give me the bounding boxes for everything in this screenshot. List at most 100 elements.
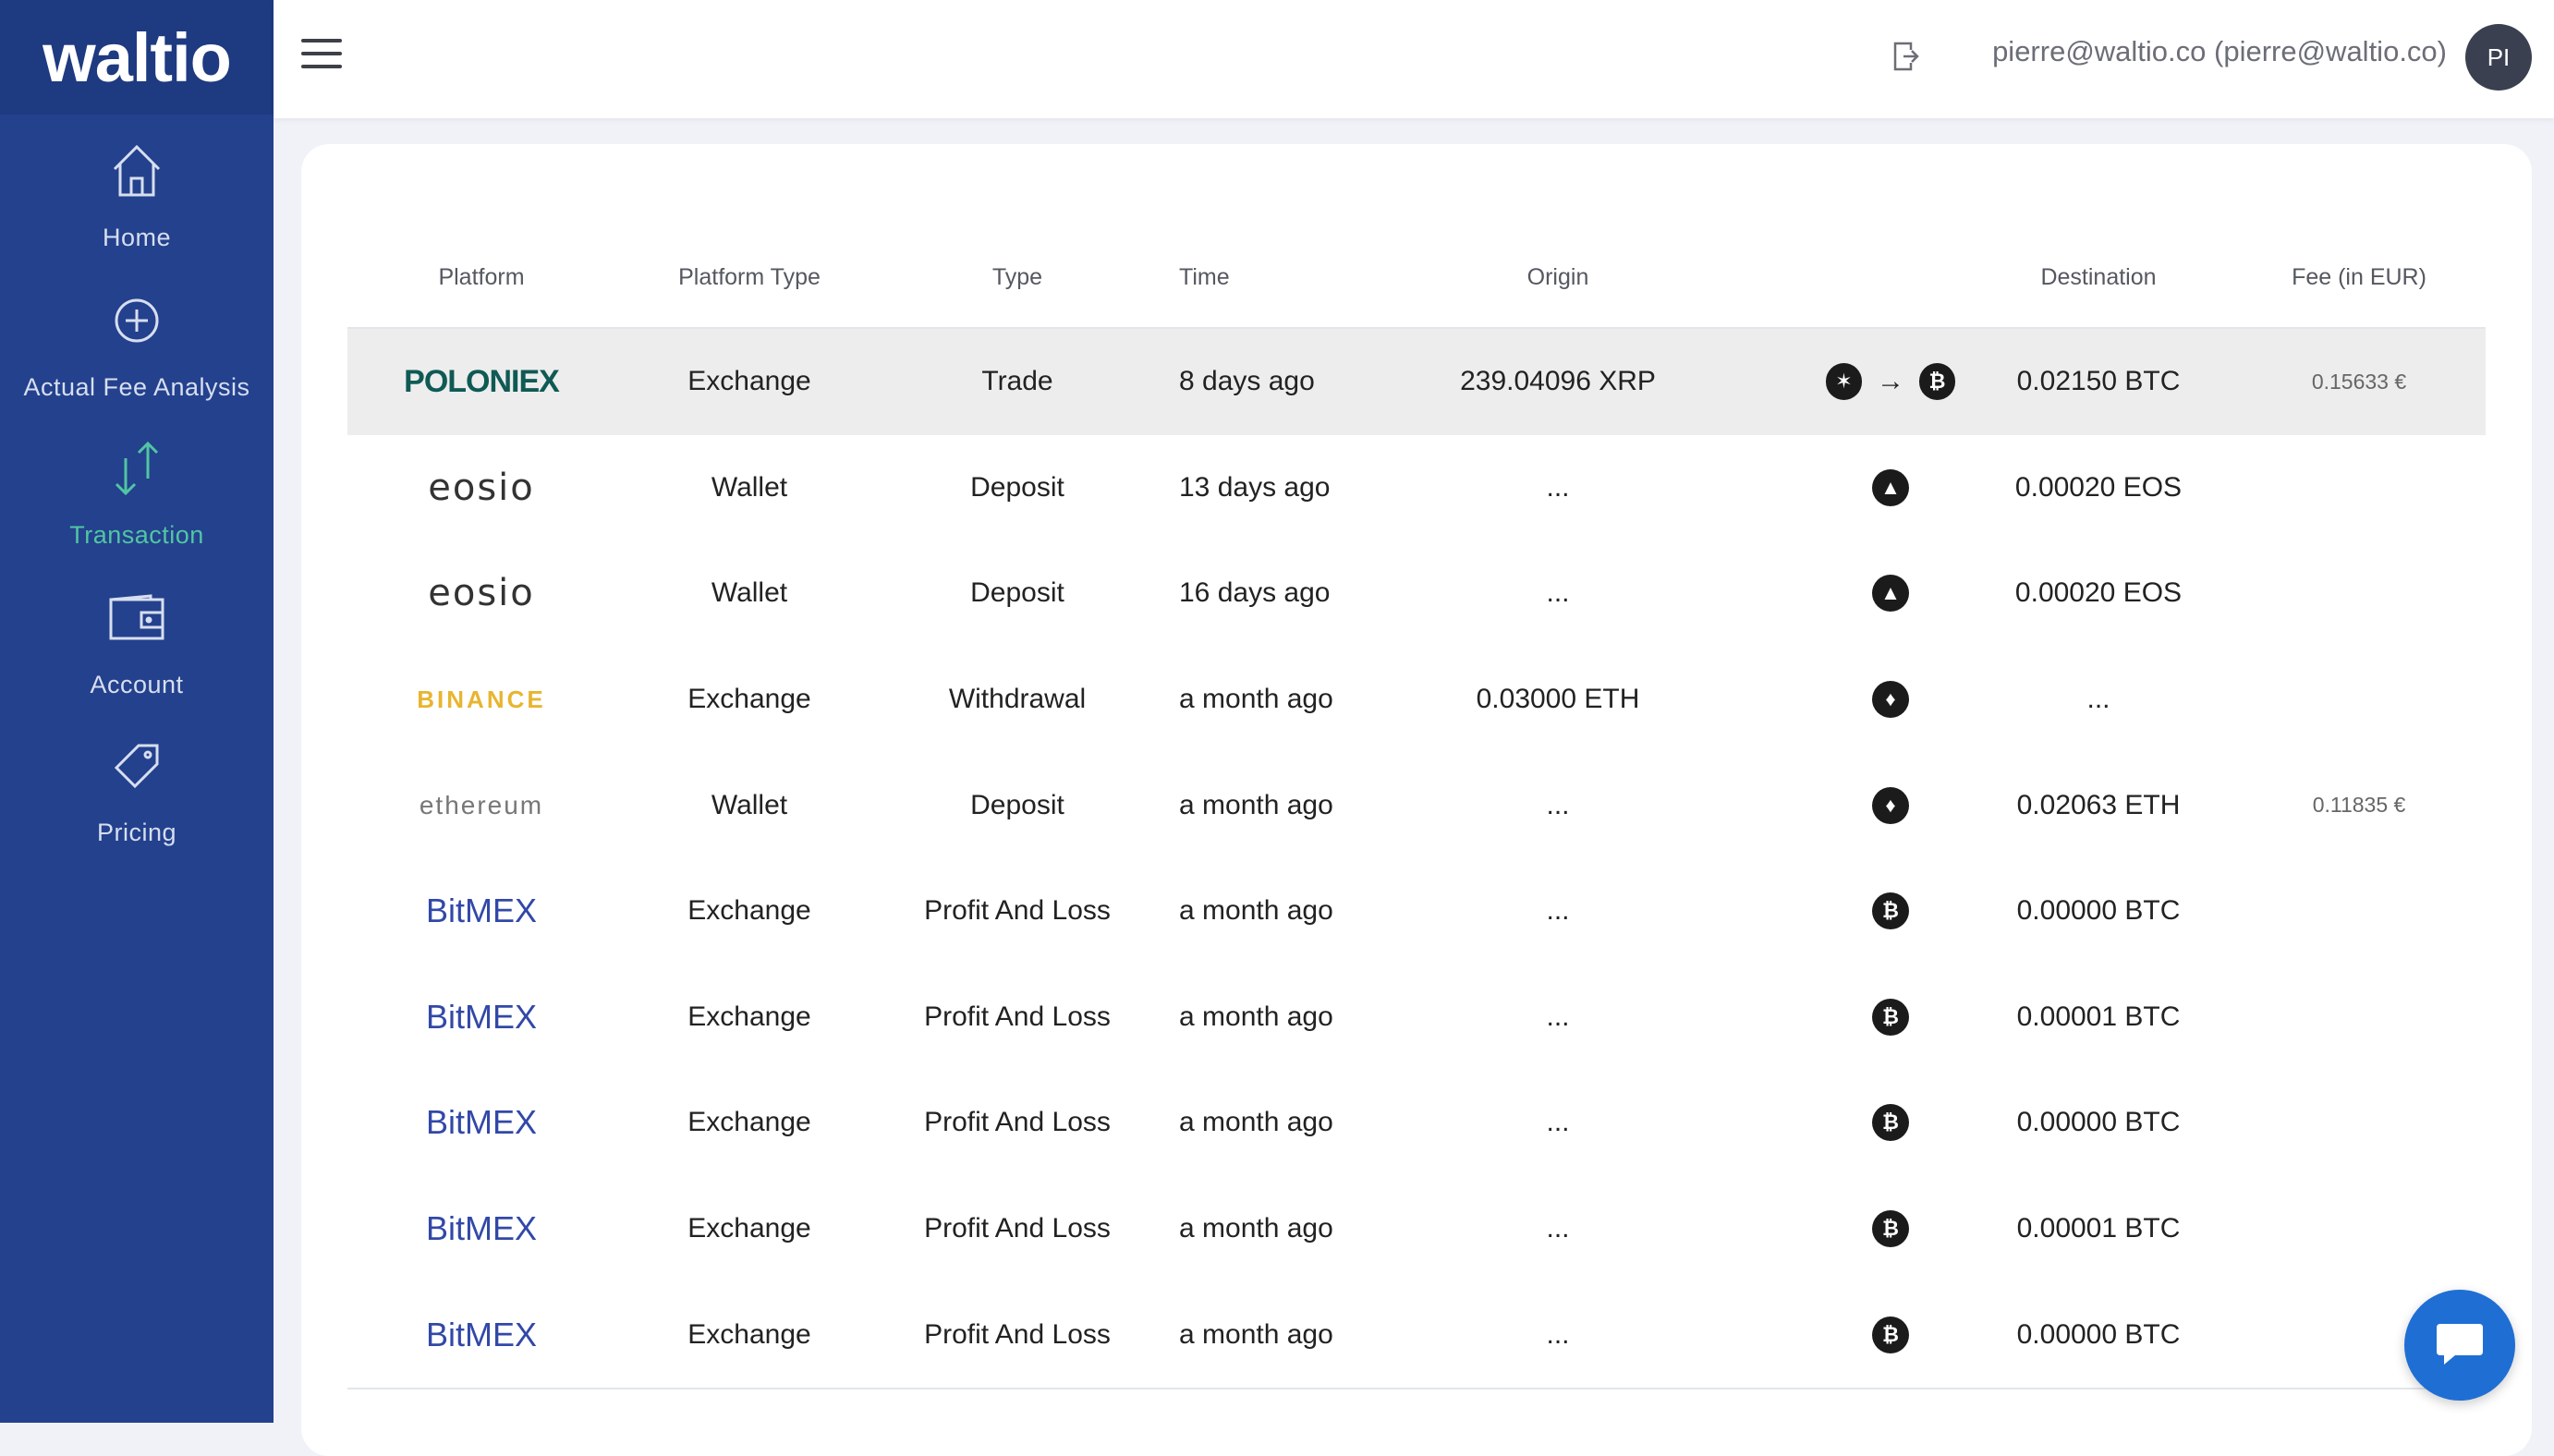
platform-logo: BINANCE xyxy=(417,685,546,713)
platform-type-cell: Wallet xyxy=(711,471,788,503)
platform-type-cell: Exchange xyxy=(687,1107,811,1138)
btc-coin-icon: ₿ xyxy=(1872,892,1909,930)
platform-type-cell: Exchange xyxy=(687,684,811,715)
platform-cell: eosio xyxy=(347,435,615,541)
destination-cell: 0.00000 BTC xyxy=(2016,1107,2181,1138)
platform-cell: BitMEX xyxy=(347,1070,615,1176)
origin-cell: ... xyxy=(1546,1213,1570,1244)
coin-icons-cell: ▲ xyxy=(1826,435,1955,541)
tag-icon xyxy=(104,734,169,798)
time-cell: a month ago xyxy=(1179,1001,1333,1032)
time-cell: a month ago xyxy=(1179,1213,1333,1244)
btc-coin-icon: ₿ xyxy=(1872,1316,1909,1353)
time-cell: a month ago xyxy=(1179,1318,1333,1350)
sidebar-item-actual-fee-analysis[interactable]: Actual Fee Analysis xyxy=(0,279,274,427)
table-row[interactable]: BitMEX Exchange Profit And Loss a month ago… xyxy=(347,858,2486,965)
platform-logo: POLONIEX xyxy=(404,363,560,399)
platform-type-cell: Wallet xyxy=(711,577,788,609)
sidebar-item-label: Pricing xyxy=(96,819,177,846)
top-bar: pierre@waltio.co (pierre@waltio.co) PI xyxy=(274,0,2554,118)
column-header-origin[interactable]: Origin xyxy=(1419,264,1697,291)
sidebar-item-pricing[interactable]: Pricing xyxy=(0,724,274,872)
time-cell: a month ago xyxy=(1179,789,1333,820)
type-cell: Withdrawal xyxy=(948,684,1087,715)
logout-icon[interactable] xyxy=(1892,41,1929,78)
column-header-destination[interactable]: Destination xyxy=(1964,264,2232,291)
type-cell: Profit And Loss xyxy=(924,1318,1111,1350)
eos-coin-icon: ▲ xyxy=(1872,468,1909,506)
transactions-card: Platform Platform Type Type Time Origin … xyxy=(301,144,2532,1456)
eth-coin-icon: ♦ xyxy=(1872,681,1909,719)
origin-cell: 0.03000 ETH xyxy=(1476,684,1640,715)
chat-button[interactable] xyxy=(2404,1290,2515,1401)
table-row[interactable]: eosio Wallet Deposit 13 days ago... ▲ 0.00020… xyxy=(347,435,2486,541)
destination-cell: 0.00000 BTC xyxy=(2016,895,2181,927)
table-row[interactable]: POLONIEX Exchange Trade 8 days ago 239.04096… xyxy=(347,329,2486,435)
fee-cell xyxy=(2232,647,2486,753)
platform-logo: BitMEX xyxy=(425,1103,538,1142)
destination-cell: 0.00000 BTC xyxy=(2016,1318,2181,1350)
column-header-time[interactable]: Time xyxy=(1179,264,1345,291)
home-icon xyxy=(104,139,169,203)
sidebar-item-transaction[interactable]: Transaction xyxy=(0,427,274,575)
table-row[interactable]: BitMEX Exchange Profit And Loss a month ago… xyxy=(347,965,2486,1071)
coin-icons-cell: ♦ xyxy=(1826,647,1955,753)
type-cell: Deposit xyxy=(970,789,1064,820)
transactions-table: Platform Platform Type Type Time Origin … xyxy=(347,237,2486,1389)
table-body: POLONIEX Exchange Trade 8 days ago 239.04096… xyxy=(347,329,2486,1388)
destination-cell: 0.00001 BTC xyxy=(2016,1213,2181,1244)
table-row[interactable]: eosio Wallet Deposit 16 days ago... ▲ 0.00020… xyxy=(347,540,2486,647)
origin-cell: ... xyxy=(1546,1107,1570,1138)
fee-cell xyxy=(2232,540,2486,647)
platform-logo: ethereum xyxy=(419,790,544,819)
column-header-platform-type[interactable]: Platform Type xyxy=(615,264,883,291)
destination-cell: ... xyxy=(2086,684,2110,715)
platform-cell: BINANCE xyxy=(347,647,615,753)
destination-cell: 0.02063 ETH xyxy=(2016,789,2181,820)
sidebar-item-home[interactable]: Home xyxy=(0,129,274,277)
user-email[interactable]: pierre@waltio.co (pierre@waltio.co) xyxy=(1992,35,2447,68)
transfer-arrows-icon xyxy=(104,436,169,501)
platform-logo: BitMEX xyxy=(425,1209,538,1248)
hamburger-menu-button[interactable] xyxy=(301,39,342,76)
origin-cell: ... xyxy=(1546,471,1570,503)
column-header-type[interactable]: Type xyxy=(883,264,1151,291)
avatar[interactable]: PI xyxy=(2465,24,2532,91)
column-header-fee[interactable]: Fee (in EUR) xyxy=(2232,264,2486,291)
destination-cell: 0.00001 BTC xyxy=(2016,1001,2181,1032)
fee-cell: 0.15633 € xyxy=(2311,369,2407,394)
platform-logo: BitMEX xyxy=(425,997,538,1036)
destination-cell: 0.00020 EOS xyxy=(2014,577,2183,609)
platform-type-cell: Exchange xyxy=(687,366,811,397)
type-cell: Deposit xyxy=(970,471,1064,503)
destination-cell: 0.00020 EOS xyxy=(2014,471,2183,503)
table-row[interactable]: BitMEX Exchange Profit And Loss a month ago… xyxy=(347,1070,2486,1176)
coin-icons-cell: ₿ xyxy=(1826,1281,1955,1388)
origin-cell: ... xyxy=(1546,577,1570,609)
platform-type-cell: Exchange xyxy=(687,1318,811,1350)
origin-cell: ... xyxy=(1546,1001,1570,1032)
sidebar-item-label: Actual Fee Analysis xyxy=(23,373,250,401)
table-row[interactable]: BitMEX Exchange Profit And Loss a month ago… xyxy=(347,1176,2486,1282)
sidebar-item-label: Transaction xyxy=(69,521,204,549)
origin-cell: 239.04096 XRP xyxy=(1460,366,1656,397)
table-row[interactable]: BitMEX Exchange Profit And Loss a month ago… xyxy=(347,1281,2486,1388)
platform-cell: BitMEX xyxy=(347,1281,615,1388)
coin-icons-cell: ▲ xyxy=(1826,540,1955,647)
wallet-icon xyxy=(104,586,169,650)
btc-coin-icon: ₿ xyxy=(1872,998,1909,1036)
coin-icons-cell: ♦ xyxy=(1826,752,1955,858)
time-cell: 16 days ago xyxy=(1179,577,1331,609)
waltio-logo[interactable]: waltio xyxy=(0,0,274,115)
table-row[interactable]: BINANCE Exchange Withdrawal a month ago 0.03… xyxy=(347,647,2486,753)
table-footer-divider xyxy=(347,1387,2486,1389)
table-row[interactable]: ethereum Wallet Deposit a month ago... ♦ 0.02… xyxy=(347,752,2486,858)
type-cell: Trade xyxy=(981,366,1053,397)
time-cell: a month ago xyxy=(1179,895,1333,927)
platform-type-cell: Exchange xyxy=(687,895,811,927)
time-cell: a month ago xyxy=(1179,684,1333,715)
sidebar-item-account[interactable]: Account xyxy=(0,576,274,724)
column-header-platform[interactable]: Platform xyxy=(347,264,615,291)
platform-logo: eosio xyxy=(428,572,535,615)
origin-cell: ... xyxy=(1546,895,1570,927)
